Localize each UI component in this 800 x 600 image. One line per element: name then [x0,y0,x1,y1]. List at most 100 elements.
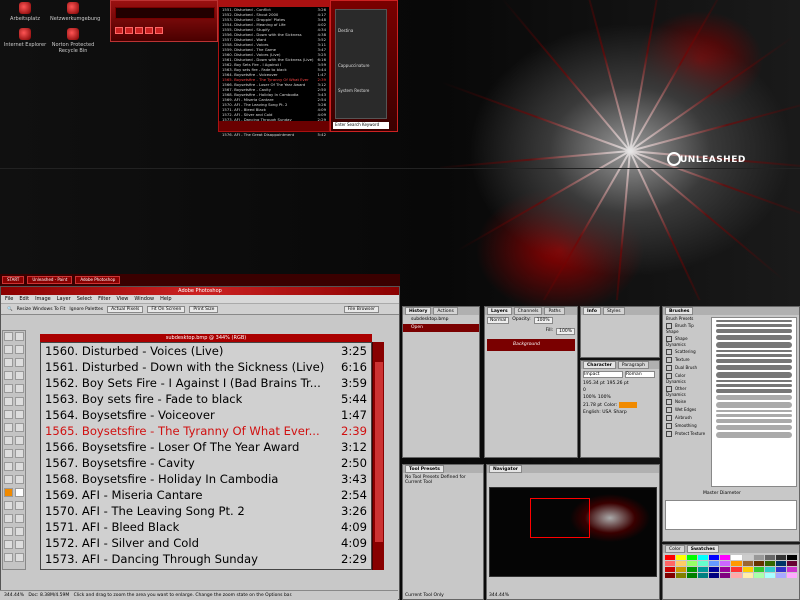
color-swatch[interactable] [786,567,797,572]
tool-button[interactable] [4,475,13,484]
color-swatch[interactable] [698,573,709,578]
brush-preset[interactable] [716,395,792,400]
tab-brushes[interactable]: Brushes [665,307,694,315]
tab-color[interactable]: Color [665,545,685,553]
brush-preset[interactable] [716,354,792,357]
tool-button[interactable] [4,397,13,406]
color-swatch[interactable] [698,555,709,560]
brush-preset[interactable] [716,414,792,417]
brushes-panel[interactable]: Brushes Brush Presets Brush Tip Shape Shap… [662,306,800,542]
tab-paragraph[interactable]: Paragraph [617,361,649,369]
brush-preset[interactable] [716,365,792,370]
color-swatch[interactable] [698,567,709,572]
scroll-thumb[interactable] [375,362,383,542]
menu-view[interactable]: View [117,295,129,303]
tab-tool-presets[interactable]: Tool Presets [405,465,444,473]
info-panel[interactable]: Info Styles [580,306,660,358]
document-title[interactable]: subdesktop.bmp @ 344% (RGB) [40,334,372,342]
horizontal-scale-field[interactable]: 100% [598,395,611,400]
antialias-select[interactable]: Sharp [614,410,627,415]
desktop-icon-my-computer[interactable]: Arbeitsplatz [2,2,48,22]
tool-button[interactable] [15,371,24,380]
tool-button[interactable] [4,553,13,562]
color-swatch[interactable] [676,567,687,572]
brush-option[interactable]: Scattering [663,348,709,356]
color-swatch[interactable] [753,573,764,578]
color-swatch[interactable] [709,567,720,572]
tool-button[interactable] [15,449,24,458]
color-swatch[interactable] [775,573,786,578]
layers-panel[interactable]: Layers Channels Paths Normal Opacity: 10… [484,306,578,458]
tab-info[interactable]: Info [583,307,601,315]
menu-filter[interactable]: Filter [98,295,110,303]
brush-preset[interactable] [716,380,792,382]
tool-button[interactable] [15,332,24,341]
fit-on-screen-button[interactable]: Fit On Screen [147,305,186,313]
color-swatch[interactable] [731,555,742,560]
tool-button[interactable] [15,553,24,562]
actual-pixels-button[interactable]: Actual Pixels [107,305,144,313]
tool-button[interactable] [4,514,13,523]
tool-button[interactable] [4,384,13,393]
menu-help[interactable]: Help [160,295,171,303]
color-swatch[interactable] [764,573,775,578]
tab-styles[interactable]: Styles [602,307,625,315]
tool-button[interactable] [15,345,24,354]
color-swatch[interactable] [775,567,786,572]
vertical-scrollbar[interactable] [372,342,384,570]
brush-option[interactable]: Airbrush [663,414,709,422]
brush-option[interactable]: Other Dynamics [663,385,709,398]
brush-preview-list[interactable] [711,317,797,487]
blend-mode-select[interactable]: Normal [487,317,510,324]
brush-option[interactable]: Color Dynamics [663,372,709,385]
brush-preset[interactable] [716,342,792,348]
color-swatch[interactable] [720,567,731,572]
tool-button[interactable] [4,540,13,549]
tool-button[interactable] [4,462,13,471]
color-swatch[interactable] [720,555,731,560]
brush-option[interactable]: Texture [663,356,709,364]
color-swatch[interactable] [764,567,775,572]
menu-window[interactable]: Window [134,295,154,303]
color-swatch[interactable] [775,555,786,560]
brush-preset[interactable] [716,410,792,412]
brush-option[interactable]: Protect Texture [663,430,709,438]
color-swatch[interactable] [687,555,698,560]
color-swatch[interactable] [676,561,687,566]
leading-field[interactable]: 195.26 pt [607,381,629,386]
color-swatch[interactable] [720,573,731,578]
tool-button[interactable] [4,371,13,380]
color-swatch[interactable] [731,573,742,578]
brush-preset[interactable] [716,320,792,322]
desktop-icon-internet-explorer[interactable]: Internet Explorer [2,28,48,48]
tool-button[interactable] [15,423,24,432]
menu-layer[interactable]: Layer [57,295,71,303]
tab-swatches[interactable]: Swatches [686,545,719,553]
tool-button[interactable] [4,345,13,354]
vertical-scale-field[interactable]: 100% [583,395,596,400]
desktop-icon-recycle-bin[interactable]: Norton Protected Recycle Bin [50,28,96,54]
play-button[interactable] [125,27,133,34]
brush-option[interactable]: Wet Edges [663,406,709,414]
brush-preset[interactable] [716,384,792,387]
color-swatch[interactable] [687,567,698,572]
tool-button[interactable] [15,514,24,523]
color-swatch[interactable] [731,561,742,566]
brush-preset[interactable] [716,432,792,438]
menu-file[interactable]: File [5,295,13,303]
menu-edit[interactable]: Edit [19,295,29,303]
color-swatch[interactable] [775,561,786,566]
tool-button[interactable] [15,540,24,549]
color-swatch[interactable] [753,567,764,572]
color-swatch[interactable] [753,561,764,566]
tool-button[interactable] [15,501,24,510]
tab-character[interactable]: Character [583,361,616,369]
tab-channels[interactable]: Channels [513,307,543,315]
history-item-open[interactable]: Open [403,324,479,332]
playlist-window[interactable]: 1551. Disturbed - Conflict 3:26 1552. Dist… [218,0,330,137]
brush-option[interactable]: Smoothing [663,422,709,430]
document-canvas[interactable]: 1560. Disturbed - Voices (Live) 3:25 1561.… [40,342,372,570]
taskbar-item[interactable]: Adobe Photoshop [75,276,121,284]
playlist-footer[interactable] [219,121,329,131]
brush-preset[interactable] [716,419,792,423]
